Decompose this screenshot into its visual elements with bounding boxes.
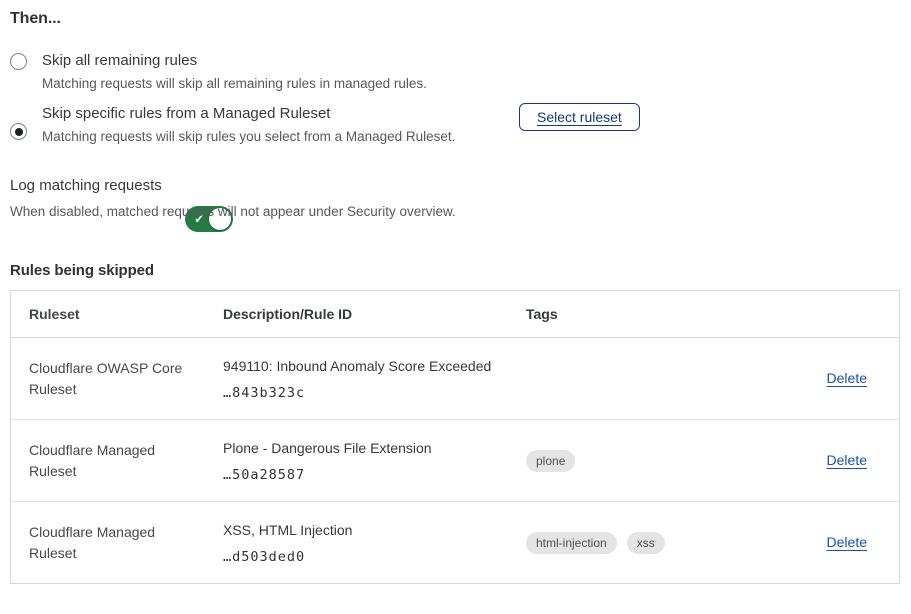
tag-pill: html-injection bbox=[526, 532, 617, 554]
table-header-row: Ruleset Description/Rule ID Tags bbox=[11, 291, 899, 337]
table-row: Cloudflare OWASP Core Ruleset 949110: In… bbox=[11, 337, 899, 419]
log-matching-requests-description: When disabled, matched requests will not… bbox=[10, 203, 456, 221]
col-header-description: Description/Rule ID bbox=[223, 306, 526, 322]
tag-pill: plone bbox=[526, 450, 575, 472]
row-rule-info: XSS, HTML Injection …d503ded0 bbox=[223, 521, 526, 565]
table-row: Cloudflare Managed Ruleset Plone - Dange… bbox=[11, 419, 899, 501]
row-ruleset-name: Cloudflare Managed Ruleset bbox=[11, 522, 223, 564]
rule-description: 949110: Inbound Anomaly Score Exceeded bbox=[223, 357, 526, 376]
col-header-ruleset: Ruleset bbox=[11, 304, 223, 325]
rule-description: XSS, HTML Injection bbox=[223, 521, 526, 540]
tag-pill: xss bbox=[627, 532, 665, 554]
delete-rule-link[interactable]: Delete bbox=[827, 370, 867, 386]
table-row: Cloudflare Managed Ruleset XSS, HTML Inj… bbox=[11, 501, 899, 583]
select-ruleset-button-label: Select ruleset bbox=[537, 109, 622, 125]
radio-skip-all-rules-description: Matching requests will skip all remainin… bbox=[42, 75, 427, 93]
then-heading: Then... bbox=[10, 10, 61, 28]
delete-rule-link[interactable]: Delete bbox=[827, 452, 867, 468]
radio-skip-specific-rules[interactable] bbox=[10, 123, 27, 140]
rule-tags: plone bbox=[526, 450, 779, 472]
delete-rule-link[interactable]: Delete bbox=[827, 534, 867, 550]
rules-being-skipped-heading: Rules being skipped bbox=[10, 262, 154, 279]
rule-id: …843b323c bbox=[223, 385, 526, 401]
select-ruleset-button[interactable]: Select ruleset bbox=[519, 103, 640, 131]
col-header-tags: Tags bbox=[526, 306, 779, 322]
log-matching-requests-label: Log matching requests bbox=[10, 176, 162, 196]
row-ruleset-name: Cloudflare Managed Ruleset bbox=[11, 440, 223, 482]
radio-skip-specific-rules-description: Matching requests will skip rules you se… bbox=[42, 128, 455, 146]
radio-skip-specific-rules-label[interactable]: Skip specific rules from a Managed Rules… bbox=[42, 104, 330, 124]
rule-description: Plone - Dangerous File Extension bbox=[223, 439, 526, 458]
managed-rules-skip-panel: Then... Skip all remaining rules Matchin… bbox=[0, 0, 911, 614]
row-rule-info: Plone - Dangerous File Extension …50a285… bbox=[223, 439, 526, 483]
skipped-rules-table: Ruleset Description/Rule ID Tags Cloudfl… bbox=[10, 290, 900, 584]
radio-skip-all-rules-label[interactable]: Skip all remaining rules bbox=[42, 51, 197, 71]
rule-tags: html-injection xss bbox=[526, 532, 779, 554]
row-ruleset-name: Cloudflare OWASP Core Ruleset bbox=[11, 358, 223, 400]
row-rule-info: 949110: Inbound Anomaly Score Exceeded …… bbox=[223, 357, 526, 401]
rule-id: …d503ded0 bbox=[223, 549, 526, 565]
radio-skip-all-rules[interactable] bbox=[10, 53, 27, 70]
rule-id: …50a28587 bbox=[223, 467, 526, 483]
